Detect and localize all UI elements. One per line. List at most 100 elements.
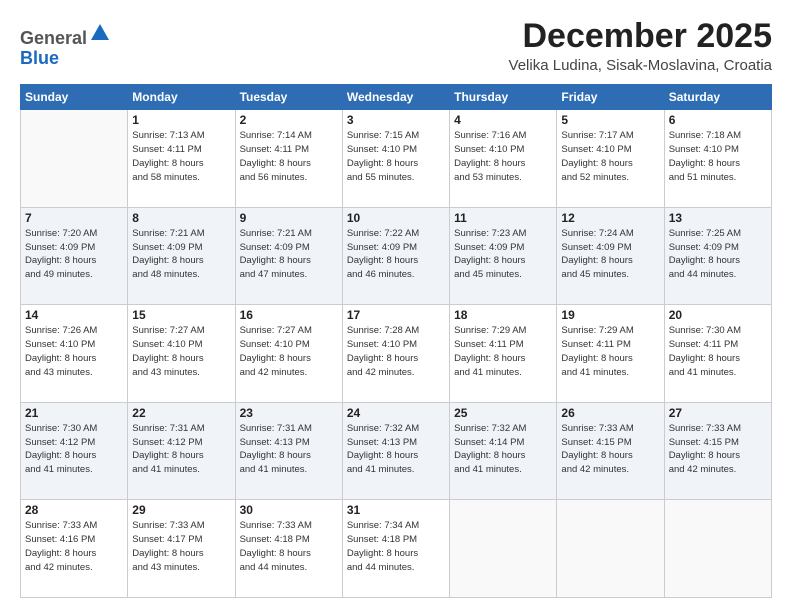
day-info: Sunrise: 7:14 AMSunset: 4:11 PMDaylight:… (240, 129, 338, 184)
day-info: Sunrise: 7:32 AMSunset: 4:13 PMDaylight:… (347, 422, 445, 477)
calendar-cell: 23Sunrise: 7:31 AMSunset: 4:13 PMDayligh… (235, 402, 342, 500)
location-title: Velika Ludina, Sisak-Moslavina, Croatia (509, 57, 772, 74)
day-number: 5 (561, 113, 659, 127)
day-number: 29 (132, 503, 230, 517)
day-number: 14 (25, 308, 123, 322)
col-header-wednesday: Wednesday (342, 85, 449, 110)
calendar-table: SundayMondayTuesdayWednesdayThursdayFrid… (20, 84, 772, 598)
day-number: 9 (240, 211, 338, 225)
logo-icon (89, 22, 111, 44)
day-info: Sunrise: 7:22 AMSunset: 4:09 PMDaylight:… (347, 227, 445, 282)
day-info: Sunrise: 7:32 AMSunset: 4:14 PMDaylight:… (454, 422, 552, 477)
day-number: 1 (132, 113, 230, 127)
col-header-friday: Friday (557, 85, 664, 110)
day-number: 15 (132, 308, 230, 322)
day-info: Sunrise: 7:21 AMSunset: 4:09 PMDaylight:… (240, 227, 338, 282)
day-info: Sunrise: 7:30 AMSunset: 4:11 PMDaylight:… (669, 324, 767, 379)
calendar-week-row: 1 Sunrise: 7:13 AMSunset: 4:11 PMDaylight… (21, 110, 772, 208)
page: General Blue December 2025 Velika Ludina… (0, 0, 792, 612)
day-number: 6 (669, 113, 767, 127)
header: General Blue December 2025 Velika Ludina… (20, 18, 772, 74)
calendar-cell: 17 Sunrise: 7:28 AMSunset: 4:10 PMDayligh… (342, 305, 449, 403)
day-number: 4 (454, 113, 552, 127)
calendar-cell: 26 Sunrise: 7:33 AMSunset: 4:15 PMDayligh… (557, 402, 664, 500)
calendar-cell (450, 500, 557, 598)
day-info: Sunrise: 7:33 AMSunset: 4:15 PMDaylight:… (669, 422, 767, 477)
day-info: Sunrise: 7:33 AMSunset: 4:15 PMDaylight:… (561, 422, 659, 477)
calendar-cell: 13 Sunrise: 7:25 AMSunset: 4:09 PMDayligh… (664, 207, 771, 305)
logo: General Blue (20, 22, 111, 69)
calendar-cell: 31 Sunrise: 7:34 AMSunset: 4:18 PMDayligh… (342, 500, 449, 598)
day-number: 11 (454, 211, 552, 225)
month-title: December 2025 (509, 18, 772, 55)
day-number: 13 (669, 211, 767, 225)
calendar-cell: 4Sunrise: 7:16 AMSunset: 4:10 PMDaylight… (450, 110, 557, 208)
calendar-cell: 27 Sunrise: 7:33 AMSunset: 4:15 PMDayligh… (664, 402, 771, 500)
day-info: Sunrise: 7:33 AMSunset: 4:16 PMDaylight:… (25, 519, 123, 574)
day-info: Sunrise: 7:33 AMSunset: 4:18 PMDaylight:… (240, 519, 338, 574)
day-number: 31 (347, 503, 445, 517)
day-number: 25 (454, 406, 552, 420)
calendar-cell: 3Sunrise: 7:15 AMSunset: 4:10 PMDaylight… (342, 110, 449, 208)
day-number: 19 (561, 308, 659, 322)
calendar-cell: 16 Sunrise: 7:27 AMSunset: 4:10 PMDayligh… (235, 305, 342, 403)
day-number: 24 (347, 406, 445, 420)
day-info: Sunrise: 7:27 AMSunset: 4:10 PMDaylight:… (132, 324, 230, 379)
calendar-cell (664, 500, 771, 598)
calendar-cell: 25 Sunrise: 7:32 AMSunset: 4:14 PMDayligh… (450, 402, 557, 500)
day-number: 22 (132, 406, 230, 420)
day-info: Sunrise: 7:27 AMSunset: 4:10 PMDaylight:… (240, 324, 338, 379)
calendar-cell: 19 Sunrise: 7:29 AMSunset: 4:11 PMDayligh… (557, 305, 664, 403)
calendar-cell: 7Sunrise: 7:20 AMSunset: 4:09 PMDaylight… (21, 207, 128, 305)
calendar-cell: 22 Sunrise: 7:31 AMSunset: 4:12 PMDayligh… (128, 402, 235, 500)
day-number: 21 (25, 406, 123, 420)
calendar-cell: 10Sunrise: 7:22 AMSunset: 4:09 PMDayligh… (342, 207, 449, 305)
day-info: Sunrise: 7:34 AMSunset: 4:18 PMDaylight:… (347, 519, 445, 574)
calendar-header-row: SundayMondayTuesdayWednesdayThursdayFrid… (21, 85, 772, 110)
calendar-cell: 12Sunrise: 7:24 AMSunset: 4:09 PMDayligh… (557, 207, 664, 305)
col-header-saturday: Saturday (664, 85, 771, 110)
day-info: Sunrise: 7:13 AMSunset: 4:11 PMDaylight:… (132, 129, 230, 184)
col-header-tuesday: Tuesday (235, 85, 342, 110)
calendar-cell: 11 Sunrise: 7:23 AMSunset: 4:09 PMDayligh… (450, 207, 557, 305)
calendar-cell: 28Sunrise: 7:33 AMSunset: 4:16 PMDayligh… (21, 500, 128, 598)
logo-blue-text: Blue (20, 48, 59, 68)
day-number: 30 (240, 503, 338, 517)
calendar-cell: 1 Sunrise: 7:13 AMSunset: 4:11 PMDaylight… (128, 110, 235, 208)
day-number: 3 (347, 113, 445, 127)
day-number: 27 (669, 406, 767, 420)
calendar-cell (557, 500, 664, 598)
day-number: 8 (132, 211, 230, 225)
day-info: Sunrise: 7:25 AMSunset: 4:09 PMDaylight:… (669, 227, 767, 282)
title-block: December 2025 Velika Ludina, Sisak-Mosla… (509, 18, 772, 74)
day-number: 26 (561, 406, 659, 420)
calendar-cell: 14Sunrise: 7:26 AMSunset: 4:10 PMDayligh… (21, 305, 128, 403)
day-number: 12 (561, 211, 659, 225)
day-info: Sunrise: 7:28 AMSunset: 4:10 PMDaylight:… (347, 324, 445, 379)
day-info: Sunrise: 7:33 AMSunset: 4:17 PMDaylight:… (132, 519, 230, 574)
calendar-cell: 8 Sunrise: 7:21 AMSunset: 4:09 PMDaylight… (128, 207, 235, 305)
day-info: Sunrise: 7:17 AMSunset: 4:10 PMDaylight:… (561, 129, 659, 184)
calendar-cell: 18Sunrise: 7:29 AMSunset: 4:11 PMDayligh… (450, 305, 557, 403)
day-number: 16 (240, 308, 338, 322)
calendar-cell: 6 Sunrise: 7:18 AMSunset: 4:10 PMDaylight… (664, 110, 771, 208)
day-info: Sunrise: 7:31 AMSunset: 4:12 PMDaylight:… (132, 422, 230, 477)
day-number: 2 (240, 113, 338, 127)
calendar-cell: 30 Sunrise: 7:33 AMSunset: 4:18 PMDayligh… (235, 500, 342, 598)
day-info: Sunrise: 7:23 AMSunset: 4:09 PMDaylight:… (454, 227, 552, 282)
calendar-cell: 24 Sunrise: 7:32 AMSunset: 4:13 PMDayligh… (342, 402, 449, 500)
day-info: Sunrise: 7:29 AMSunset: 4:11 PMDaylight:… (561, 324, 659, 379)
calendar-cell: 9 Sunrise: 7:21 AMSunset: 4:09 PMDaylight… (235, 207, 342, 305)
calendar-cell: 21 Sunrise: 7:30 AMSunset: 4:12 PMDayligh… (21, 402, 128, 500)
calendar-cell: 29 Sunrise: 7:33 AMSunset: 4:17 PMDayligh… (128, 500, 235, 598)
calendar-week-row: 28Sunrise: 7:33 AMSunset: 4:16 PMDayligh… (21, 500, 772, 598)
day-number: 23 (240, 406, 338, 420)
col-header-thursday: Thursday (450, 85, 557, 110)
day-info: Sunrise: 7:18 AMSunset: 4:10 PMDaylight:… (669, 129, 767, 184)
calendar-cell: 15 Sunrise: 7:27 AMSunset: 4:10 PMDayligh… (128, 305, 235, 403)
calendar-week-row: 21 Sunrise: 7:30 AMSunset: 4:12 PMDayligh… (21, 402, 772, 500)
day-number: 17 (347, 308, 445, 322)
day-number: 7 (25, 211, 123, 225)
day-info: Sunrise: 7:21 AMSunset: 4:09 PMDaylight:… (132, 227, 230, 282)
day-info: Sunrise: 7:30 AMSunset: 4:12 PMDaylight:… (25, 422, 123, 477)
